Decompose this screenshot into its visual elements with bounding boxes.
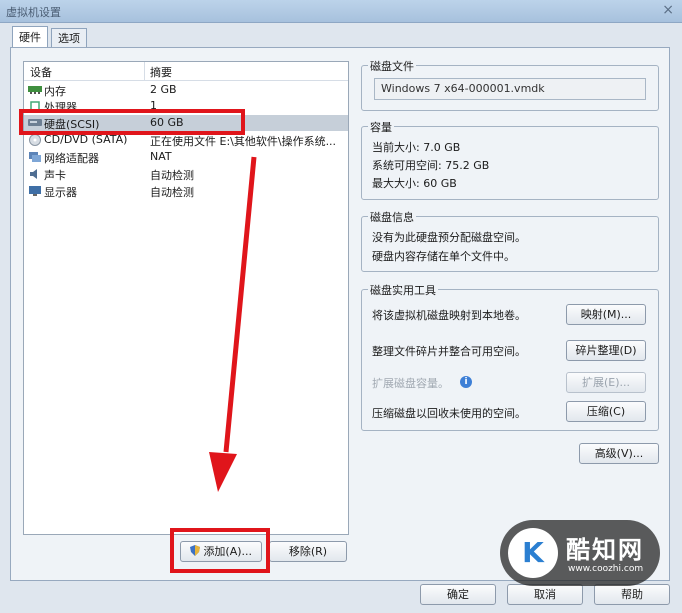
watermark: K 酷知网 www.coozhi.com	[500, 520, 660, 586]
coozhi-logo-icon: K	[508, 528, 558, 578]
watermark-url: www.coozhi.com	[568, 564, 644, 574]
arrow-head-icon	[209, 452, 237, 492]
watermark-brand: 酷知网	[566, 536, 644, 564]
